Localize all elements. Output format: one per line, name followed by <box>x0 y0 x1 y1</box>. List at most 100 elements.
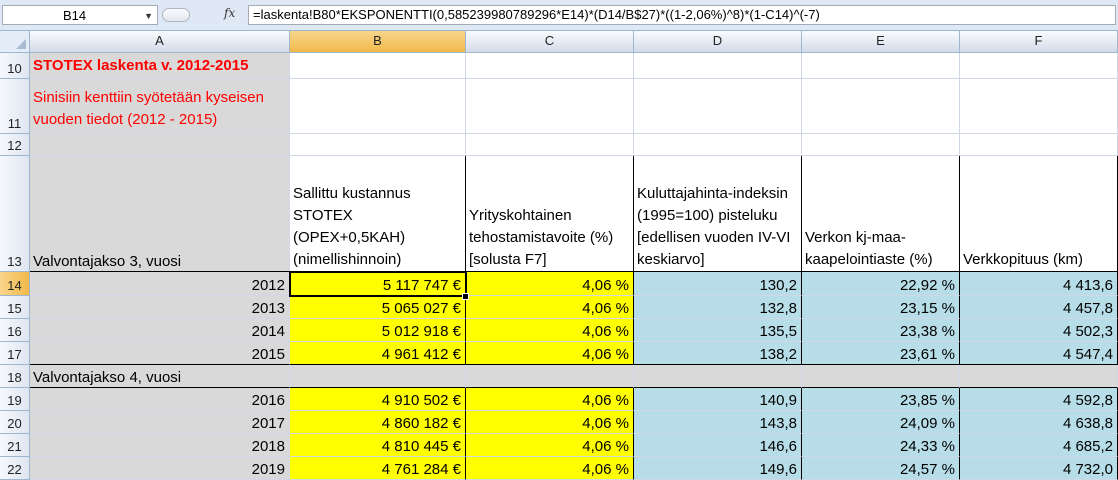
period4-label[interactable]: Valvontajakso 4, vuosi <box>30 365 290 388</box>
cell-d11[interactable] <box>634 79 802 134</box>
year-cell[interactable]: 2014 <box>30 319 290 342</box>
length-cell[interactable]: 4 592,8 <box>960 388 1118 411</box>
cell-f10[interactable] <box>960 53 1118 79</box>
stotex-cell[interactable]: 4 910 502 € <box>290 388 466 411</box>
cell-e18[interactable] <box>802 365 960 388</box>
index-cell[interactable]: 146,6 <box>634 434 802 457</box>
index-cell[interactable]: 149,6 <box>634 457 802 480</box>
cell-b18[interactable] <box>290 365 466 388</box>
length-cell[interactable]: 4 457,8 <box>960 296 1118 319</box>
cell-f18[interactable] <box>960 365 1118 388</box>
row-header-14[interactable]: 14 <box>0 272 30 296</box>
index-cell[interactable]: 130,2 <box>634 272 802 296</box>
index-cell[interactable]: 132,8 <box>634 296 802 319</box>
cell-d10[interactable] <box>634 53 802 79</box>
cabling-cell[interactable]: 23,15 % <box>802 296 960 319</box>
length-cell[interactable]: 4 547,4 <box>960 342 1118 365</box>
instruction-note[interactable]: Sinisiin kenttiin syötetään kyseisen vuo… <box>30 79 290 134</box>
cabling-cell[interactable]: 24,09 % <box>802 411 960 434</box>
year-cell[interactable]: 2013 <box>30 296 290 319</box>
year-cell[interactable]: 2012 <box>30 272 290 296</box>
cabling-cell[interactable]: 24,57 % <box>802 457 960 480</box>
cell-b12[interactable] <box>290 134 466 156</box>
target-cell[interactable]: 4,06 % <box>466 319 634 342</box>
header-cabling-rate[interactable]: Verkon kj-maa-kaapelointiaste (%) <box>802 156 960 272</box>
length-cell[interactable]: 4 502,3 <box>960 319 1118 342</box>
target-cell[interactable]: 4,06 % <box>466 272 634 296</box>
row-header-10[interactable]: 10 <box>0 53 30 79</box>
year-cell[interactable]: 2018 <box>30 434 290 457</box>
stotex-cell[interactable]: 4 810 445 € <box>290 434 466 457</box>
row-header-12[interactable]: 12 <box>0 134 30 156</box>
cabling-cell[interactable]: 24,33 % <box>802 434 960 457</box>
cell-d12[interactable] <box>634 134 802 156</box>
column-header-d[interactable]: D <box>634 31 802 53</box>
row-header-13[interactable]: 13 <box>0 156 30 272</box>
cell-e10[interactable] <box>802 53 960 79</box>
target-cell[interactable]: 4,06 % <box>466 342 634 365</box>
row-header-11[interactable]: 11 <box>0 79 30 134</box>
header-network-length[interactable]: Verkkopituus (km) <box>960 156 1118 272</box>
column-header-f[interactable]: F <box>960 31 1118 53</box>
stotex-cell[interactable]: 5 117 747 € <box>290 272 466 296</box>
row-header-19[interactable]: 19 <box>0 388 30 411</box>
cabling-cell[interactable]: 23,61 % <box>802 342 960 365</box>
row-header-18[interactable]: 18 <box>0 365 30 388</box>
row-header-15[interactable]: 15 <box>0 296 30 319</box>
index-cell[interactable]: 135,5 <box>634 319 802 342</box>
length-cell[interactable]: 4 638,8 <box>960 411 1118 434</box>
cell-f11[interactable] <box>960 79 1118 134</box>
year-cell[interactable]: 2016 <box>30 388 290 411</box>
stotex-cell[interactable]: 5 012 918 € <box>290 319 466 342</box>
cell-c11[interactable] <box>466 79 634 134</box>
header-stotex[interactable]: Sallittu kustannus STOTEX (OPEX+0,5KAH) … <box>290 156 466 272</box>
row-header-22[interactable]: 22 <box>0 457 30 480</box>
resize-grip-icon[interactable] <box>162 8 190 22</box>
index-cell[interactable]: 140,9 <box>634 388 802 411</box>
row-header-17[interactable]: 17 <box>0 342 30 365</box>
target-cell[interactable]: 4,06 % <box>466 457 634 480</box>
column-header-b[interactable]: B <box>290 31 466 53</box>
year-cell[interactable]: 2015 <box>30 342 290 365</box>
target-cell[interactable]: 4,06 % <box>466 388 634 411</box>
index-cell[interactable]: 138,2 <box>634 342 802 365</box>
stotex-cell[interactable]: 4 860 182 € <box>290 411 466 434</box>
chevron-down-icon[interactable]: ▼ <box>144 6 153 26</box>
sheet-title[interactable]: STOTEX laskenta v. 2012-2015 <box>30 53 290 79</box>
target-cell[interactable]: 4,06 % <box>466 434 634 457</box>
stotex-cell[interactable]: 4 961 412 € <box>290 342 466 365</box>
column-header-e[interactable]: E <box>802 31 960 53</box>
header-price-index[interactable]: Kuluttajahinta-indeksin (1995=100) piste… <box>634 156 802 272</box>
year-cell[interactable]: 2017 <box>30 411 290 434</box>
stotex-cell[interactable]: 4 761 284 € <box>290 457 466 480</box>
name-box[interactable]: B14 ▼ <box>2 5 158 25</box>
cabling-cell[interactable]: 23,38 % <box>802 319 960 342</box>
cabling-cell[interactable]: 23,85 % <box>802 388 960 411</box>
target-cell[interactable]: 4,06 % <box>466 411 634 434</box>
cell-a12[interactable] <box>30 134 290 156</box>
column-header-c[interactable]: C <box>466 31 634 53</box>
index-cell[interactable]: 143,8 <box>634 411 802 434</box>
formula-input[interactable]: =laskenta!B80*EKSPONENTTI(0,585239980789… <box>248 5 1116 25</box>
cell-b10[interactable] <box>290 53 466 79</box>
length-cell[interactable]: 4 413,6 <box>960 272 1118 296</box>
cell-d18[interactable] <box>634 365 802 388</box>
cell-b11[interactable] <box>290 79 466 134</box>
cell-c12[interactable] <box>466 134 634 156</box>
target-cell[interactable]: 4,06 % <box>466 296 634 319</box>
period3-label[interactable]: Valvontajakso 3, vuosi <box>30 156 290 272</box>
cabling-cell[interactable]: 22,92 % <box>802 272 960 296</box>
length-cell[interactable]: 4 732,0 <box>960 457 1118 480</box>
insert-function-icon[interactable]: fx <box>224 6 235 20</box>
cell-c18[interactable] <box>466 365 634 388</box>
row-header-21[interactable]: 21 <box>0 434 30 457</box>
row-header-20[interactable]: 20 <box>0 411 30 434</box>
cell-c10[interactable] <box>466 53 634 79</box>
row-header-16[interactable]: 16 <box>0 319 30 342</box>
cell-f12[interactable] <box>960 134 1118 156</box>
length-cell[interactable]: 4 685,2 <box>960 434 1118 457</box>
header-efficiency-target[interactable]: Yrityskohtainen tehostamistavoite (%) [s… <box>466 156 634 272</box>
column-header-a[interactable]: A <box>30 31 290 53</box>
select-all-button[interactable] <box>0 31 30 53</box>
fill-handle[interactable] <box>462 293 469 300</box>
